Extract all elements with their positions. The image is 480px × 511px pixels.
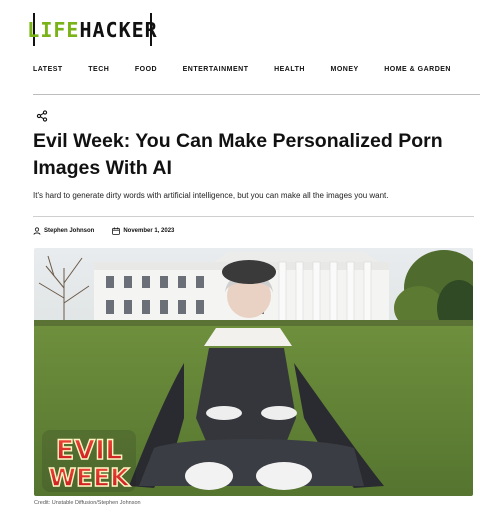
nav-item-tech[interactable]: TECH — [88, 66, 109, 73]
article-headline: Evil Week: You Can Make Personalized Por… — [33, 130, 443, 179]
publish-date: November 1, 2023 — [123, 228, 175, 234]
badge-line1: EVIL — [56, 435, 123, 466]
badge-line2: WEEK — [48, 463, 131, 492]
article-dek: It's hard to generate dirty words with a… — [33, 191, 389, 200]
evil-week-badge: EVIL WEEK — [42, 430, 136, 493]
share-icon[interactable] — [36, 109, 48, 122]
nav-item-entertainment[interactable]: ENTERTAINMENT — [183, 66, 249, 73]
logo-life: LIFE — [27, 17, 80, 42]
nav-item-health[interactable]: HEALTH — [274, 66, 305, 73]
logo-hacker: HACKER — [79, 17, 158, 42]
image-caption: Credit: Unstable Diffusion/Stephen Johns… — [34, 500, 141, 506]
nav-item-home-garden[interactable]: HOME & GARDEN — [384, 66, 451, 73]
nav-item-food[interactable]: FOOD — [135, 66, 157, 73]
byline: Stephen Johnson November 1, 2023 — [33, 227, 174, 235]
header-divider — [33, 94, 480, 95]
calendar-icon — [112, 227, 121, 235]
user-icon — [33, 227, 41, 235]
site-logo[interactable]: LIFE HACKER — [27, 13, 157, 46]
author-name[interactable]: Stephen Johnson — [44, 228, 94, 234]
nav-item-latest[interactable]: LATEST — [33, 66, 63, 73]
main-nav: LATEST TECH FOOD ENTERTAINMENT HEALTH MO… — [33, 66, 451, 73]
nav-item-money[interactable]: MONEY — [330, 66, 358, 73]
publish-date-wrap: November 1, 2023 — [112, 227, 174, 235]
byline-divider — [33, 216, 474, 217]
hero-image: EVIL WEEK — [34, 248, 473, 496]
